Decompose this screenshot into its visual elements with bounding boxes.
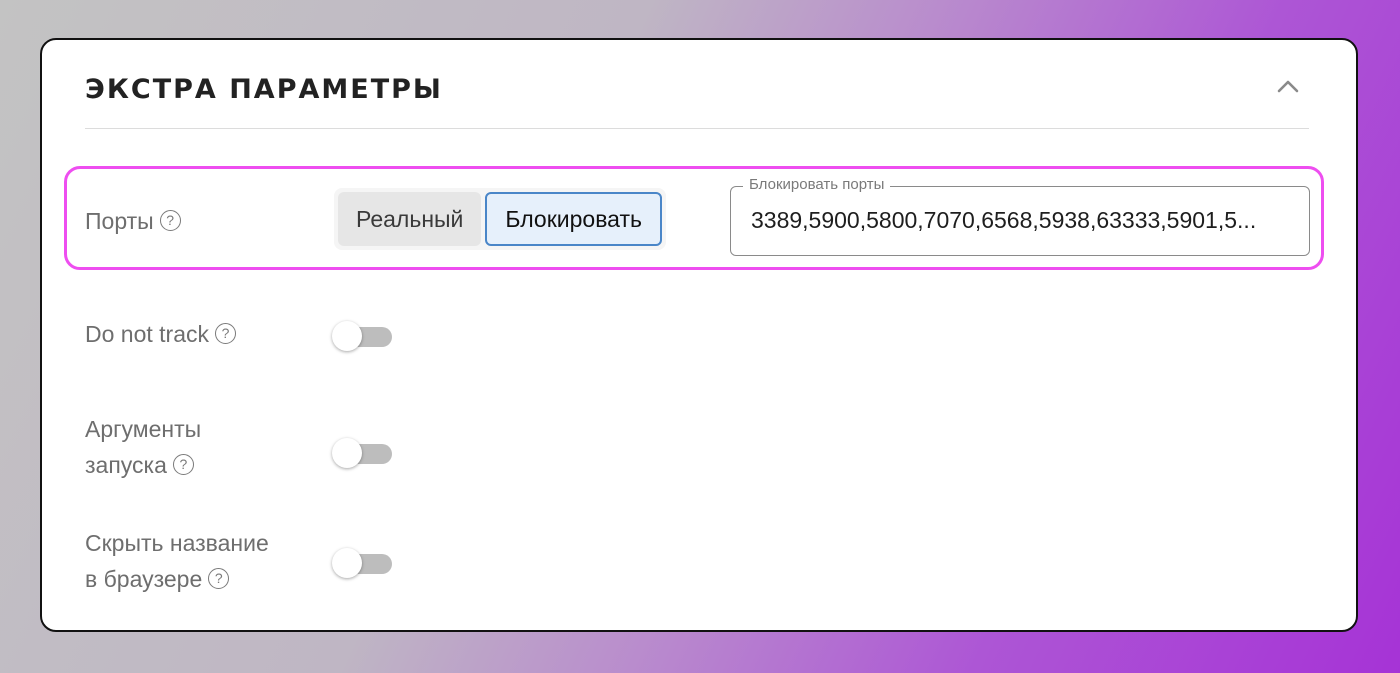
do-not-track-label-text: Do not track <box>85 321 209 347</box>
help-icon[interactable]: ? <box>215 323 236 345</box>
hide-name-label-line1: Скрыть название <box>85 530 269 556</box>
extra-params-card: ЭКСТРА ПАРАМЕТРЫ Порты? Реальный Блокиро… <box>40 38 1358 632</box>
hide-name-toggle[interactable] <box>332 545 394 579</box>
section-header: ЭКСТРА ПАРАМЕТРЫ <box>85 40 1309 129</box>
block-ports-input[interactable]: 3389,5900,5800,7070,6568,5938,63333,5901… <box>751 207 1295 234</box>
toggle-knob <box>332 438 362 468</box>
launch-args-label: Аргументы запуска? <box>85 411 201 483</box>
hide-name-label-line2: в браузере <box>85 566 203 592</box>
ports-mode-switch: Реальный Блокировать <box>334 188 666 250</box>
do-not-track-toggle[interactable] <box>332 318 394 352</box>
launch-args-label-line2: запуска <box>85 452 167 478</box>
ports-label-text: Порты <box>85 208 154 234</box>
block-ports-field-label: Блокировать порты <box>743 176 891 193</box>
toggle-knob <box>332 321 362 351</box>
option-real-button[interactable]: Реальный <box>338 192 482 246</box>
option-block-button[interactable]: Блокировать <box>485 192 662 246</box>
do-not-track-label: Do not track? <box>85 316 236 352</box>
help-icon[interactable]: ? <box>159 210 181 232</box>
hide-name-label: Скрыть название в браузере? <box>85 525 269 597</box>
chevron-up-icon[interactable] <box>1275 76 1301 96</box>
block-ports-field[interactable]: Блокировать порты 3389,5900,5800,7070,65… <box>730 176 1310 256</box>
section-title: ЭКСТРА ПАРАМЕТРЫ <box>85 74 443 105</box>
toggle-knob <box>332 548 362 578</box>
ports-label: Порты? <box>85 203 181 239</box>
help-icon[interactable]: ? <box>208 568 230 590</box>
launch-args-label-line1: Аргументы <box>85 416 202 442</box>
launch-args-toggle[interactable] <box>332 435 394 469</box>
help-icon[interactable]: ? <box>172 454 194 476</box>
